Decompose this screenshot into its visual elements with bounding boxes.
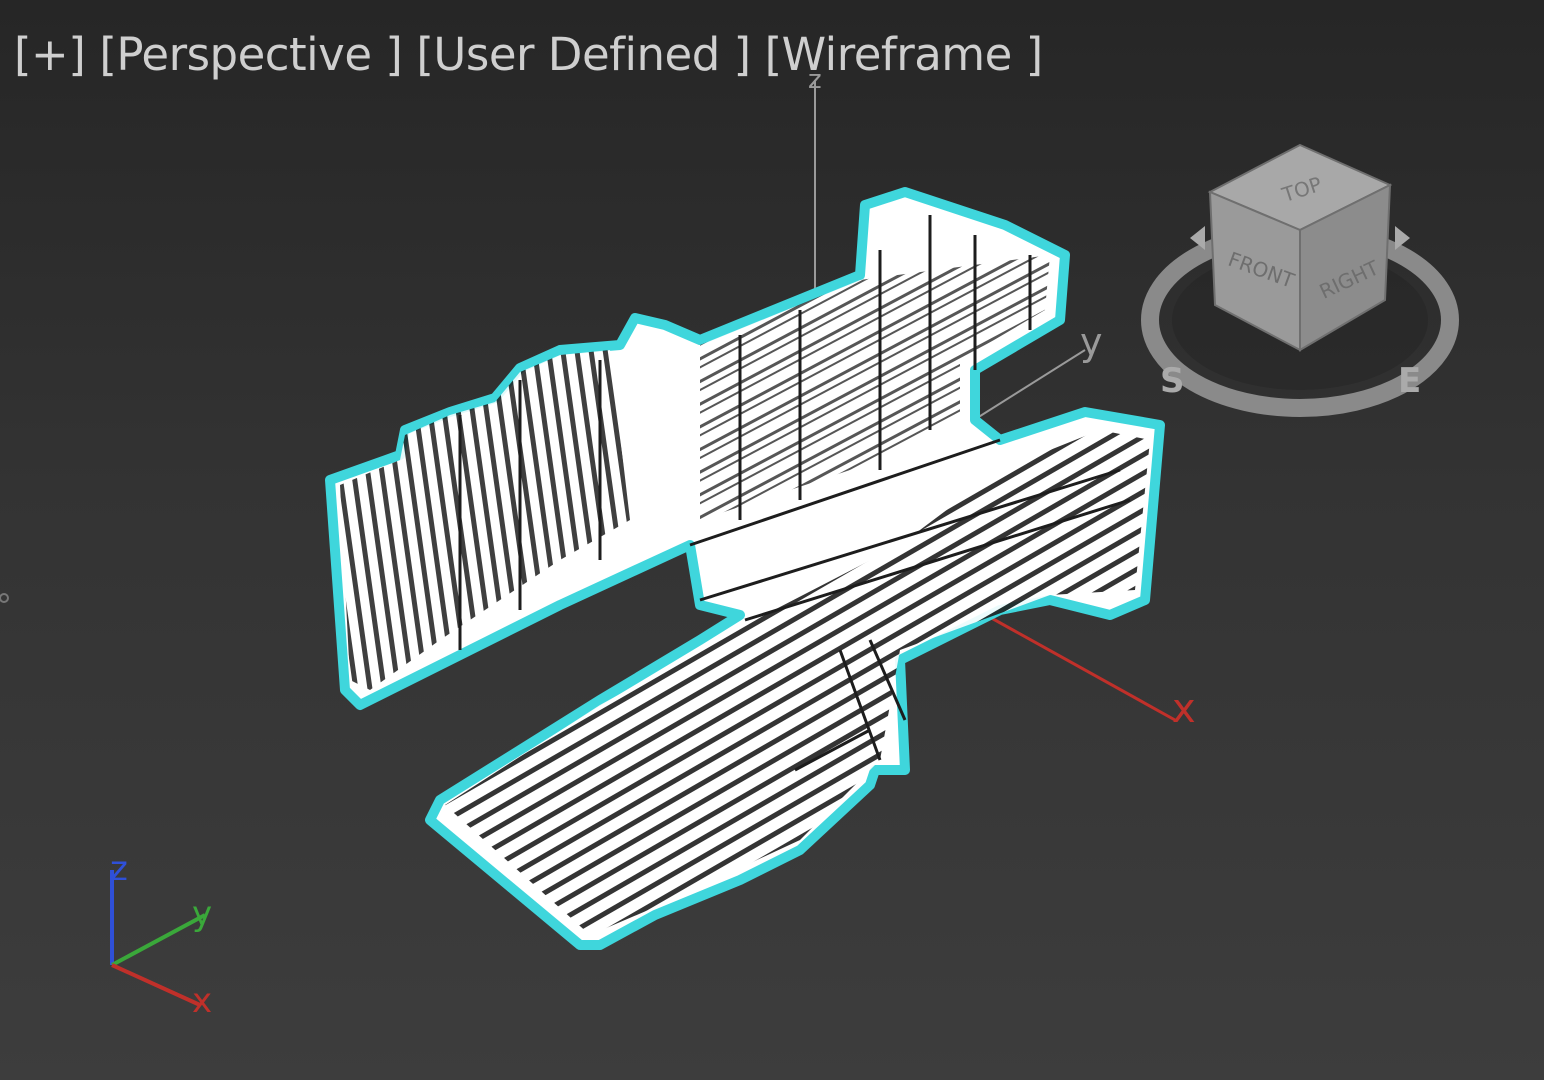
gizmo-x-label: x: [1172, 686, 1196, 732]
world-x-axis: [111, 963, 201, 1007]
viewport-perspective[interactable]: [+] [Perspective ] [User Defined ] [Wire…: [0, 0, 1544, 1080]
gizmo-z-label: z: [808, 65, 822, 95]
world-x-label: x: [192, 981, 212, 1021]
world-z-label: z: [110, 849, 128, 889]
gizmo-y-label: y: [1080, 320, 1103, 364]
viewport-scene[interactable]: y x z TOP FRONT RIGHT S E z y x: [0, 0, 1544, 1080]
world-y-label: y: [192, 894, 212, 934]
viewcube-compass-south[interactable]: S: [1160, 361, 1185, 401]
viewcube-compass-east[interactable]: E: [1398, 361, 1421, 401]
world-axis-tripod: z y x: [110, 849, 212, 1021]
viewcube[interactable]: TOP FRONT RIGHT S E: [1141, 143, 1459, 417]
wireframe-model[interactable]: [325, 187, 1165, 950]
viewport-edge-marker: [0, 593, 9, 603]
